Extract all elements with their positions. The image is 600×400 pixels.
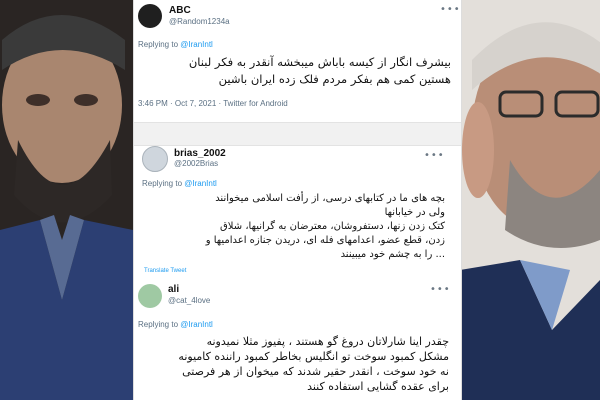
tweet-text: چقدر اینا شارلاتان دروغ گو هستند ، پفیوز… (178, 334, 449, 394)
tweet-text-line: ولی در خیابانها (384, 207, 445, 218)
replying-to-prefix: Replying to (142, 179, 185, 188)
tweet-text-line: نه خود سوخت ، انقدر حقیر شدند که میخوان … (182, 365, 449, 378)
replying-to-line: Replying to @IranIntl (138, 320, 213, 329)
more-horizontal-icon[interactable]: ••• (424, 150, 445, 161)
tweet-author-name[interactable]: brias_2002 (174, 148, 226, 159)
tweet-text-line: مشکل کمبود سوخت تو انگلیس بخاطر کمبود را… (178, 350, 449, 363)
replying-to-link[interactable]: @IranIntl (184, 179, 217, 188)
tweet-text-line: برای عقده گشایی استفاده کنند (307, 380, 449, 393)
tweet-text-line: چقدر اینا شارلاتان دروغ گو هستند ، پفیوز… (206, 335, 449, 348)
tweet-text-line: کتک زدن زنها، دستفروشان، معترضان به گران… (220, 221, 445, 232)
tweet-author-name[interactable]: ali (168, 284, 179, 295)
right-portrait-illustration (460, 0, 600, 400)
more-horizontal-icon[interactable]: ••• (430, 284, 451, 295)
tweet-column: ABC @Random1234a ••• Replying to @IranIn… (133, 0, 462, 400)
right-portrait-photo (460, 0, 600, 400)
avatar[interactable] (138, 4, 162, 28)
tweet-card-1[interactable]: ABC @Random1234a ••• Replying to @IranIn… (134, 0, 461, 122)
tweet-text-line: بیشرف انگار از کیسه باباش میبخشه آنقدر ب… (188, 55, 451, 69)
tweet-text-line: هستین کمی هم بفکر مردم فلک زده ایران باش… (218, 72, 451, 86)
tweet-card-2[interactable]: brias_2002 @2002Brias ••• Replying to @I… (134, 144, 461, 276)
left-portrait-illustration (0, 0, 133, 400)
left-portrait-photo (0, 0, 133, 400)
replying-to-link[interactable]: @IranIntl (180, 320, 213, 329)
replying-to-prefix: Replying to (138, 40, 181, 49)
tweet-text-line: ... را به چشم خود میبینند (340, 249, 445, 260)
tweet-author-handle[interactable]: @2002Brias (174, 159, 218, 168)
tweet-divider (134, 122, 461, 146)
tweet-text-line: زدن، قطع عضو، اعدامهای فله ای، دریدن جنا… (205, 235, 445, 246)
tweet-text: بچه های ما در کتابهای درسی، از رأفت اسلا… (206, 192, 445, 262)
avatar[interactable] (142, 146, 168, 172)
replying-to-link[interactable]: @IranIntl (180, 40, 213, 49)
tweet-author-handle[interactable]: @cat_4love (168, 296, 210, 305)
tweet-timestamp[interactable]: 3:46 PM · Oct 7, 2021 · Twitter for Andr… (138, 99, 288, 108)
replying-to-line: Replying to @IranIntl (138, 40, 213, 49)
tweet-text-line: بچه های ما در کتابهای درسی، از رأفت اسلا… (215, 193, 445, 204)
avatar[interactable] (138, 284, 162, 308)
translate-tweet-link[interactable]: Translate Tweet (144, 268, 186, 274)
tweet-author-handle[interactable]: @Random1234a (169, 17, 230, 26)
tweet-card-3[interactable]: ali @cat_4love ••• Replying to @IranIntl… (134, 282, 461, 400)
tweet-text: بیشرف انگار از کیسه باباش میبخشه آنقدر ب… (189, 54, 451, 88)
tweet-author-name[interactable]: ABC (169, 5, 191, 16)
replying-to-prefix: Replying to (138, 320, 181, 329)
more-horizontal-icon[interactable]: ••• (440, 4, 461, 15)
replying-to-line: Replying to @IranIntl (142, 179, 217, 188)
